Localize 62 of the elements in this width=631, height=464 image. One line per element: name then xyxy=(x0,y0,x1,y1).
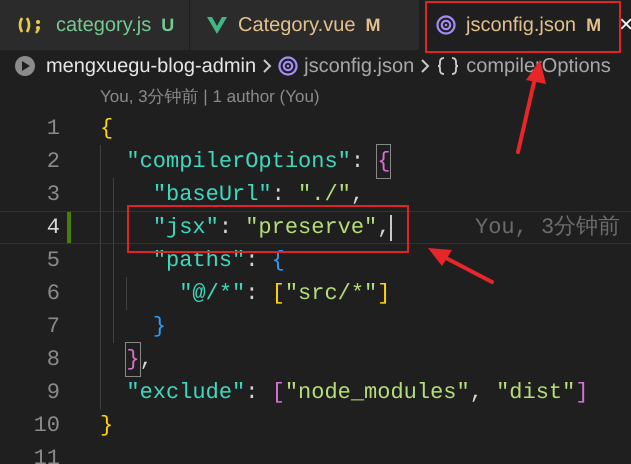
play-circle-icon xyxy=(14,55,36,77)
line-number: 9 xyxy=(46,379,60,407)
breadcrumb-item[interactable]: jsconfig.json xyxy=(304,51,414,81)
line-number: 11 xyxy=(32,445,60,464)
line-number: 1 xyxy=(46,115,60,143)
code-token: ] xyxy=(575,379,589,407)
tab-label: category.js xyxy=(56,13,152,38)
chevron-icon xyxy=(262,58,272,74)
line-number: 8 xyxy=(46,346,60,374)
breadcrumb-item[interactable]: mengxuegu-blog-admin xyxy=(46,51,256,81)
code-token: : xyxy=(245,247,260,275)
editor-tab[interactable]: jsconfig.json M × xyxy=(420,0,631,50)
line-number: 10 xyxy=(32,412,60,440)
code-token: "exclude" xyxy=(126,379,246,407)
braces-icon xyxy=(436,56,460,76)
code-token: "compilerOptions" xyxy=(126,148,351,176)
code-token: , xyxy=(350,181,364,209)
code-token: } xyxy=(100,412,114,440)
tab-label: jsconfig.json xyxy=(466,13,576,38)
line-number: 4 xyxy=(46,214,60,242)
code-token: } xyxy=(126,343,140,376)
git-status-label: M xyxy=(586,14,602,36)
swirl-icon xyxy=(436,15,456,35)
line-number: 6 xyxy=(46,280,60,308)
code-token: : xyxy=(245,379,260,407)
blame-annotation: You, 3分钟前 xyxy=(475,214,620,242)
code-token: [ xyxy=(272,280,285,308)
line-number: 5 xyxy=(46,247,60,275)
code-token: : xyxy=(245,280,260,308)
line-number: 3 xyxy=(46,181,60,209)
annotation-arrow xyxy=(428,248,494,284)
code-token: , xyxy=(470,379,484,407)
code-token: "dist" xyxy=(496,379,576,407)
code-token: { xyxy=(100,115,114,143)
git-status-label: U xyxy=(161,14,174,36)
code-token: : xyxy=(218,214,234,242)
git-status-label: M xyxy=(365,14,380,36)
close-button[interactable]: × xyxy=(619,13,631,37)
chevron-icon xyxy=(420,58,430,74)
code-token: "jsx" xyxy=(152,214,219,242)
tab-label: Category.vue xyxy=(238,13,356,38)
code-token: "./" xyxy=(298,181,351,209)
code-token: : xyxy=(272,181,286,209)
line-number: 2 xyxy=(46,148,60,176)
code-token: } xyxy=(152,313,166,341)
code-token: "preserve" xyxy=(245,214,378,242)
code-token: "baseUrl" xyxy=(152,181,272,209)
code-token: "@/*" xyxy=(179,280,246,308)
editor-tab[interactable]: category.js U xyxy=(0,0,190,50)
code-token: : xyxy=(350,148,366,176)
editor-tab[interactable]: Category.vue M xyxy=(190,0,420,50)
swirl-icon xyxy=(278,56,298,76)
code-token: ] xyxy=(377,280,390,308)
code-token: [ xyxy=(272,379,285,407)
line-number: 7 xyxy=(46,313,60,341)
code-token: , xyxy=(140,346,153,374)
code-token: "src/*" xyxy=(284,280,378,308)
code-token: "node_modules" xyxy=(284,379,470,407)
vue-icon xyxy=(206,15,228,35)
code-token: , xyxy=(377,214,390,242)
code-token: { xyxy=(377,145,390,178)
codelens-text[interactable]: You, 3分钟前 | 1 author (You) xyxy=(100,84,320,110)
